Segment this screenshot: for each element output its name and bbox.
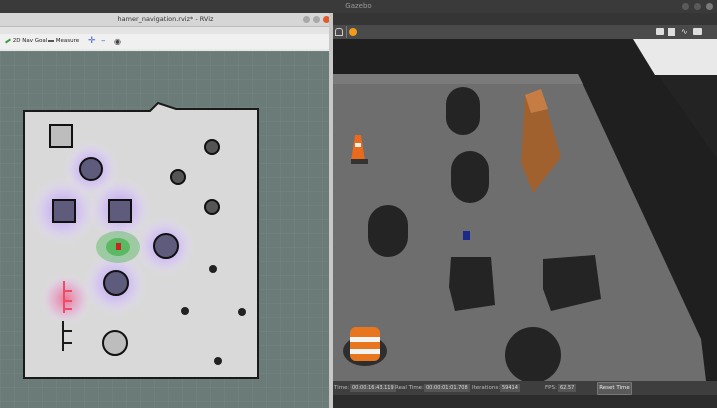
sun-light-icon[interactable] (349, 28, 357, 36)
construction-barrel (350, 327, 380, 361)
map-obstacle (204, 139, 220, 155)
map-obstacle (181, 307, 189, 315)
real-time-value: 00:00:01:01.708 (424, 384, 470, 392)
map-obstacle (204, 199, 220, 215)
map-obstacle (108, 199, 132, 223)
map-obstacle (153, 233, 179, 259)
plot-icon[interactable]: ∿ (681, 28, 690, 36)
reset-time-button[interactable]: Reset Time (597, 382, 632, 395)
iterations-label: Iterations: (472, 385, 501, 391)
measure-label: Measure (55, 38, 80, 44)
robot-marker (116, 243, 121, 250)
barrel-stripe (350, 349, 380, 354)
measure-tool[interactable]: Measure (48, 37, 79, 46)
log-icon[interactable] (668, 28, 675, 36)
rviz-toolbar: 2D Nav Goal Measure ✛ – ◉ (0, 34, 331, 49)
robot-model (463, 231, 470, 240)
box-obstacle (449, 257, 495, 311)
map-obstacle (79, 157, 103, 181)
ruler-icon (48, 39, 54, 42)
fps-value: 62.57 (558, 384, 577, 392)
cylinder-obstacle (446, 87, 480, 135)
map-obstacle (209, 265, 217, 273)
gazebo-3d-viewport[interactable] (333, 39, 717, 381)
video-icon[interactable] (693, 28, 702, 35)
iterations-value: 59414 (500, 384, 520, 392)
gazebo-close-button[interactable] (706, 3, 713, 10)
gazebo-window-title: Gazebo (345, 2, 372, 10)
rviz-maximize-button[interactable] (313, 16, 320, 23)
nav-goal-label: 2D Nav Goal (12, 38, 48, 44)
map-obstacle (214, 357, 222, 365)
map-obstacle (102, 330, 128, 356)
remove-tool-icon[interactable]: – (101, 37, 110, 46)
gazebo-toolbar: ∿ (331, 25, 717, 39)
rviz-map-render (0, 51, 329, 408)
fps-label: FPS: (545, 385, 557, 391)
real-time-label: Real Time: (395, 385, 424, 391)
nav-goal-tool[interactable]: 2D Nav Goal (4, 37, 48, 46)
rviz-minimize-button[interactable] (303, 16, 310, 23)
gazebo-maximize-button[interactable] (694, 3, 701, 10)
cylinder-obstacle (368, 205, 408, 257)
green-arrow-icon (4, 37, 12, 44)
map-obstacle (103, 270, 129, 296)
toolbar-separator (346, 26, 347, 38)
rviz-map-view[interactable] (0, 51, 329, 408)
map-obstacle (238, 308, 246, 316)
add-tool-icon[interactable]: ✛ (88, 37, 97, 46)
barrel-stripe (350, 337, 380, 342)
headphones-icon[interactable] (335, 28, 343, 36)
map-obstacle (52, 199, 76, 223)
gazebo-menu-bar (331, 13, 717, 25)
rviz-window: hamer_navigation.rviz* - RViz 2D Nav Goa… (0, 13, 331, 408)
camera-icon[interactable] (656, 28, 664, 35)
gazebo-status-bar: Time: 00:00:16:43.119 Real Time: 00:00:0… (331, 381, 717, 395)
traffic-cone-stripe (355, 143, 361, 147)
window-divider[interactable] (329, 13, 333, 408)
time-value: 00:00:16:43.119 (350, 384, 396, 392)
map-obstacle (49, 124, 73, 148)
cylinder-obstacle (451, 151, 489, 203)
rviz-menu-area (0, 27, 331, 34)
costmap-inflation-lethal (40, 273, 92, 325)
rviz-window-title: hamer_navigation.rviz* - RViz (117, 15, 214, 23)
time-label: Time: (334, 385, 350, 391)
wall-top-edge (333, 74, 583, 84)
tool-settings-icon[interactable]: ◉ (114, 37, 123, 46)
gazebo-minimize-button[interactable] (682, 3, 689, 10)
gazebo-scene (333, 39, 717, 381)
map-obstacle (170, 169, 186, 185)
traffic-cone-base (351, 159, 368, 164)
cylinder-obstacle (505, 327, 561, 381)
